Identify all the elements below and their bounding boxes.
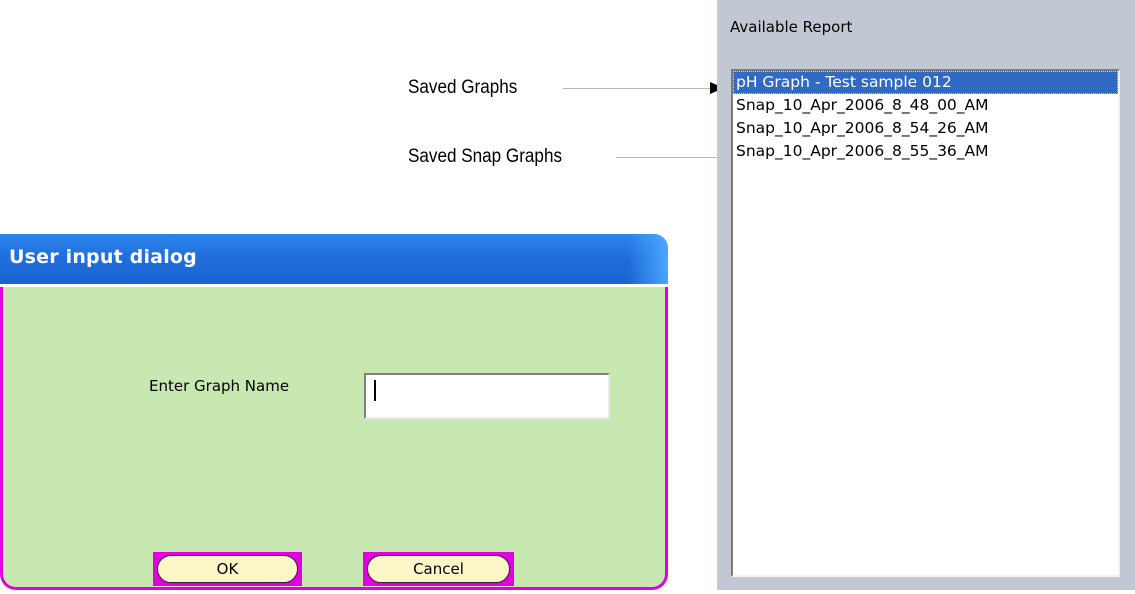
text-caret: [374, 380, 376, 401]
saved-snap-graphs-label: Saved Snap Graphs: [408, 146, 563, 167]
user-input-dialog: User input dialog Enter Graph Name OK Ca…: [0, 234, 668, 590]
available-report-title: Available Report: [730, 18, 853, 36]
ok-button[interactable]: OK: [153, 552, 302, 586]
report-list-item[interactable]: Snap_10_Apr_2006_8_48_00_AM: [733, 94, 1118, 117]
graph-name-label: Enter Graph Name: [149, 377, 290, 395]
graph-name-input[interactable]: [364, 373, 610, 419]
available-report-panel: Available Report pH Graph - Test sample …: [717, 0, 1135, 590]
report-list-item[interactable]: pH Graph - Test sample 012: [733, 71, 1118, 94]
report-list-item[interactable]: Snap_10_Apr_2006_8_55_36_AM: [733, 140, 1118, 163]
report-list-item[interactable]: Snap_10_Apr_2006_8_54_26_AM: [733, 117, 1118, 140]
cancel-button[interactable]: Cancel: [363, 552, 514, 586]
dialog-body: Enter Graph Name OK Cancel: [0, 284, 668, 590]
report-listbox[interactable]: pH Graph - Test sample 012 Snap_10_Apr_2…: [731, 69, 1120, 577]
saved-graphs-label: Saved Graphs: [408, 77, 518, 98]
saved-snap-graphs-leader-line: [616, 157, 720, 158]
dialog-title: User input dialog: [9, 246, 197, 268]
dialog-titlebar[interactable]: User input dialog: [0, 234, 668, 284]
cancel-button-label: Cancel: [367, 555, 510, 583]
saved-graphs-leader-line: [563, 88, 711, 89]
ok-button-label: OK: [157, 555, 298, 583]
